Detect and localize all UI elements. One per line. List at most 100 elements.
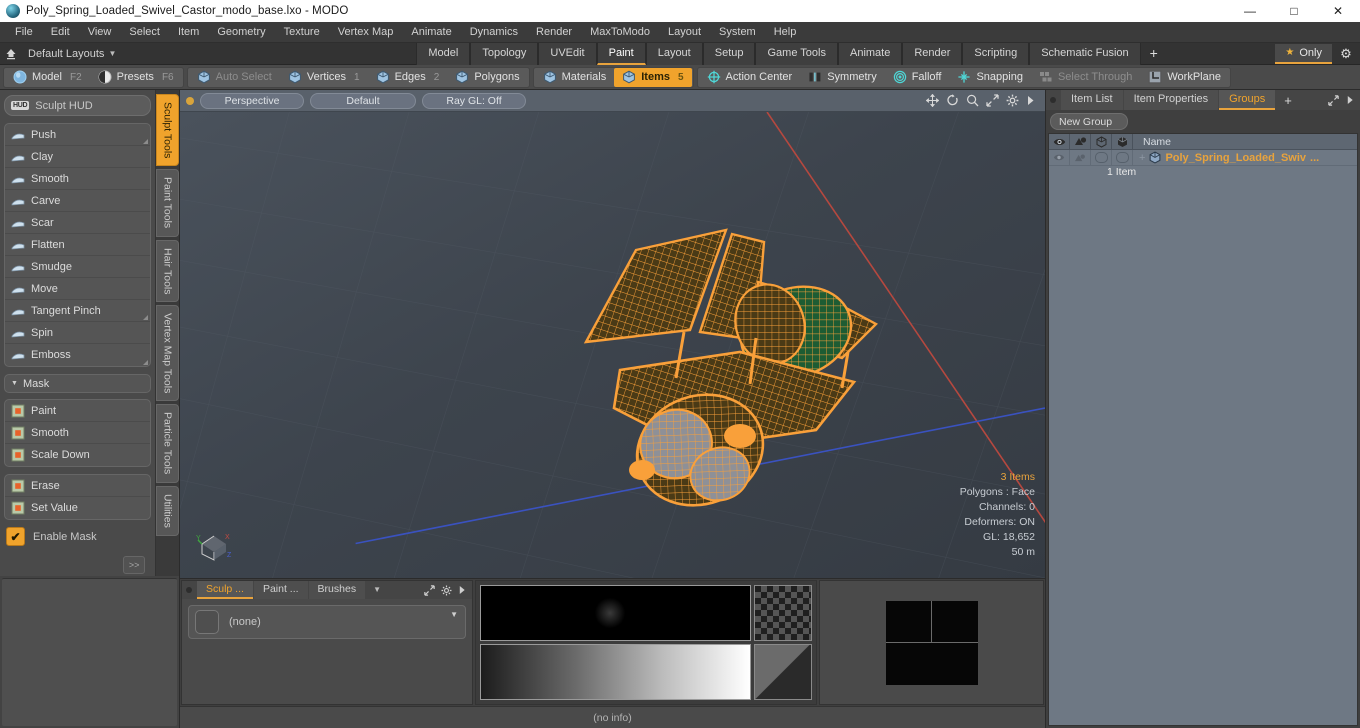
tool-options-corner-icon[interactable] bbox=[143, 139, 149, 144]
viewport-menu-dot-icon[interactable] bbox=[186, 96, 194, 105]
gear-icon[interactable] bbox=[1006, 94, 1019, 107]
vertical-tab-hair-tools[interactable]: Hair Tools bbox=[156, 239, 179, 303]
sculpt-tool-flatten[interactable]: Flatten bbox=[5, 234, 151, 256]
zoom-icon[interactable] bbox=[966, 94, 979, 107]
layout-tab-layout[interactable]: Layout bbox=[645, 42, 703, 65]
tool-options-corner-icon[interactable] bbox=[143, 360, 149, 365]
value-gradient-strip[interactable] bbox=[480, 644, 751, 700]
minimize-button[interactable]: — bbox=[1228, 0, 1272, 22]
maximize-button[interactable]: □ bbox=[1272, 0, 1316, 22]
tool-options-corner-icon[interactable] bbox=[143, 315, 149, 320]
rotate-icon[interactable] bbox=[946, 94, 959, 107]
viewport-style-selector[interactable]: Default bbox=[310, 92, 416, 109]
row-render-toggle[interactable] bbox=[1112, 149, 1133, 166]
tab-item-list[interactable]: Item List bbox=[1061, 90, 1123, 110]
menu-item-geometry[interactable]: Geometry bbox=[208, 22, 274, 43]
sculpt-tool-tangent-pinch[interactable]: Tangent Pinch bbox=[5, 300, 151, 322]
tab-groups[interactable]: Groups bbox=[1219, 90, 1276, 110]
menu-item-help[interactable]: Help bbox=[765, 22, 806, 43]
gear-icon[interactable]: ⚙ bbox=[1332, 46, 1360, 62]
mode-button-items[interactable]: Items 5 bbox=[614, 67, 692, 87]
sculpt-hud-button[interactable]: HUD Sculpt HUD bbox=[4, 95, 152, 116]
default-layouts-label[interactable]: Default Layouts bbox=[22, 48, 108, 60]
axis-gizmo[interactable]: Y X Z bbox=[194, 524, 238, 564]
row-visibility-toggle[interactable] bbox=[1049, 149, 1070, 166]
layout-tab-animate[interactable]: Animate bbox=[837, 42, 903, 65]
falloff-profile-display[interactable] bbox=[480, 585, 751, 641]
sculpt-tool-scar[interactable]: Scar bbox=[5, 212, 151, 234]
expand-icon[interactable] bbox=[1328, 94, 1339, 106]
sculpt-tool-smudge[interactable]: Smudge bbox=[5, 256, 151, 278]
sculpt-tool-move[interactable]: Move bbox=[5, 278, 151, 300]
chevron-down-icon[interactable]: ▼ bbox=[108, 49, 116, 58]
mask-tool-scale-down[interactable]: Scale Down bbox=[5, 444, 150, 466]
mask-tool-set-value[interactable]: Set Value bbox=[5, 497, 150, 519]
tab-item-properties[interactable]: Item Properties bbox=[1123, 90, 1219, 110]
menu-item-item[interactable]: Item bbox=[169, 22, 208, 43]
column-wireframe[interactable] bbox=[1091, 133, 1112, 150]
sculpt-tool-clay[interactable]: Clay bbox=[5, 146, 151, 168]
layout-tab-schematic-fusion[interactable]: Schematic Fusion bbox=[1029, 42, 1141, 65]
expand-icon[interactable] bbox=[424, 584, 435, 596]
mode-button-snapping[interactable]: Snapping bbox=[949, 68, 1031, 87]
layout-tab-uvedit[interactable]: UVEdit bbox=[538, 42, 597, 65]
mask-tool-paint[interactable]: Paint bbox=[5, 400, 151, 422]
raygl-toggle[interactable]: Ray GL: Off bbox=[422, 92, 526, 109]
menu-item-animate[interactable]: Animate bbox=[402, 22, 460, 43]
value-swatch[interactable] bbox=[754, 644, 812, 700]
texture-preview-panel[interactable] bbox=[819, 580, 1044, 705]
mode-button-polygons[interactable]: Polygons bbox=[447, 68, 527, 87]
advanced-options-button[interactable]: >> bbox=[123, 556, 146, 574]
expand-icon[interactable] bbox=[986, 94, 999, 107]
play-icon[interactable] bbox=[1026, 95, 1035, 106]
layout-tab-model[interactable]: Model bbox=[416, 42, 471, 65]
menu-item-vertex-map[interactable]: Vertex Map bbox=[329, 22, 403, 43]
panel-menu-dot-icon[interactable] bbox=[186, 587, 192, 593]
chevron-down-icon[interactable]: ▼ bbox=[366, 581, 388, 599]
play-icon[interactable] bbox=[1346, 95, 1354, 105]
mode-button-vertices[interactable]: Vertices 1 bbox=[280, 68, 368, 87]
menu-item-dynamics[interactable]: Dynamics bbox=[461, 22, 527, 43]
menu-item-layout[interactable]: Layout bbox=[659, 22, 710, 43]
sculpt-tool-carve[interactable]: Carve bbox=[5, 190, 151, 212]
gradient-panel[interactable] bbox=[475, 580, 817, 705]
brush-selector[interactable]: (none) ▼ bbox=[188, 605, 466, 639]
falloff-alpha-swatch[interactable] bbox=[754, 585, 812, 641]
layout-tab-topology[interactable]: Topology bbox=[470, 42, 539, 65]
sculpt-tool-push[interactable]: Push bbox=[5, 124, 151, 146]
enable-mask-checkbox[interactable]: ✔ bbox=[6, 527, 25, 546]
tab-paint[interactable]: Paint ... bbox=[253, 581, 308, 599]
gear-icon[interactable] bbox=[441, 585, 452, 596]
layout-tab-scripting[interactable]: Scripting bbox=[962, 42, 1030, 65]
chevron-down-icon[interactable]: ▼ bbox=[450, 610, 458, 619]
menu-item-render[interactable]: Render bbox=[527, 22, 581, 43]
expand-node-icon[interactable]: + bbox=[1139, 152, 1145, 164]
column-shading[interactable] bbox=[1070, 133, 1091, 150]
vertical-tab-utilities[interactable]: Utilities bbox=[156, 485, 179, 536]
menu-item-view[interactable]: View bbox=[79, 22, 121, 43]
3d-viewport[interactable]: -2 3 Items Polygons : Face Channels: 0 D… bbox=[180, 112, 1045, 578]
layout-tab-render[interactable]: Render bbox=[902, 42, 963, 65]
row-item[interactable]: + Poly_Spring_Loaded_Swiv ... bbox=[1133, 151, 1319, 164]
mode-button-edges[interactable]: Edges 2 bbox=[368, 68, 448, 87]
castor-wireframe-model[interactable] bbox=[580, 212, 900, 512]
menu-item-maxtomodo[interactable]: MaxToModo bbox=[581, 22, 659, 43]
layout-tab-setup[interactable]: Setup bbox=[702, 42, 756, 65]
tab-sculpt[interactable]: Sculp ... bbox=[197, 581, 253, 599]
mask-tool-erase[interactable]: Erase bbox=[5, 475, 151, 497]
menu-item-file[interactable]: File bbox=[6, 22, 42, 43]
mode-button-symmetry[interactable]: Symmetry bbox=[800, 68, 885, 87]
mode-button-materials[interactable]: Materials bbox=[535, 68, 615, 87]
viewport-projection-selector[interactable]: Perspective bbox=[200, 92, 304, 109]
mode-button-workplane[interactable]: WorkPlane bbox=[1140, 68, 1229, 87]
sculpt-tool-smooth[interactable]: Smooth bbox=[5, 168, 151, 190]
vertical-tab-paint-tools[interactable]: Paint Tools bbox=[156, 169, 179, 237]
mode-button-select-through[interactable]: Select Through bbox=[1031, 68, 1140, 87]
column-render[interactable] bbox=[1112, 133, 1133, 150]
vertical-tab-particle-tools[interactable]: Particle Tools bbox=[156, 404, 179, 483]
layout-tab-game-tools[interactable]: Game Tools bbox=[755, 42, 838, 65]
row-shading-toggle[interactable] bbox=[1070, 149, 1091, 166]
sculpt-tool-emboss[interactable]: Emboss bbox=[5, 344, 150, 366]
enable-mask-row[interactable]: ✔ Enable Mask bbox=[4, 527, 151, 546]
panel-menu-dot-icon[interactable] bbox=[1050, 97, 1056, 103]
